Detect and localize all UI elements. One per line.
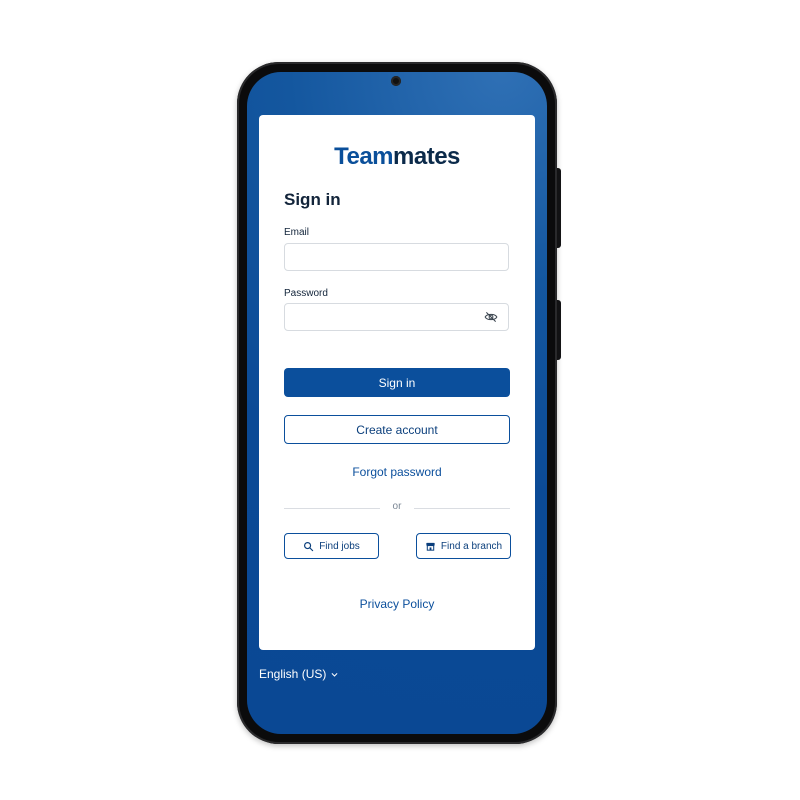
search-icon (304, 541, 314, 551)
sign-in-button[interactable]: Sign in (284, 368, 510, 397)
email-label: Email (284, 227, 310, 238)
find-jobs-button[interactable]: Find jobs (284, 533, 379, 559)
eye-off-icon[interactable] (484, 310, 498, 324)
signin-card: Teammates Sign in Email Password Sign in… (259, 115, 535, 650)
or-separator: or (392, 501, 402, 512)
chevron-down-icon (331, 672, 338, 677)
language-selector[interactable]: English (US) (259, 667, 339, 681)
find-branch-button[interactable]: Find a branch (416, 533, 511, 559)
logo-part-team: Team (334, 143, 394, 170)
find-jobs-label: Find jobs (319, 540, 360, 552)
find-branch-label: Find a branch (440, 540, 503, 552)
page-title: Sign in (284, 190, 341, 209)
camera-icon (391, 76, 401, 86)
forgot-password-link[interactable]: Forgot password (259, 465, 535, 479)
teammates-logo: Teammates (259, 143, 535, 171)
logo-part-mates: mates (393, 143, 460, 170)
phone-frame: Teammates Sign in Email Password Sign in… (237, 62, 557, 744)
privacy-policy-link[interactable]: Privacy Policy (259, 597, 535, 611)
language-label: English (US) (259, 667, 327, 681)
store-icon (426, 542, 435, 551)
email-field[interactable] (284, 243, 509, 271)
password-field[interactable] (284, 303, 509, 331)
phone-screen: Teammates Sign in Email Password Sign in… (247, 72, 547, 734)
create-account-button[interactable]: Create account (284, 415, 510, 444)
password-label: Password (284, 288, 328, 299)
divider-right (414, 508, 510, 509)
